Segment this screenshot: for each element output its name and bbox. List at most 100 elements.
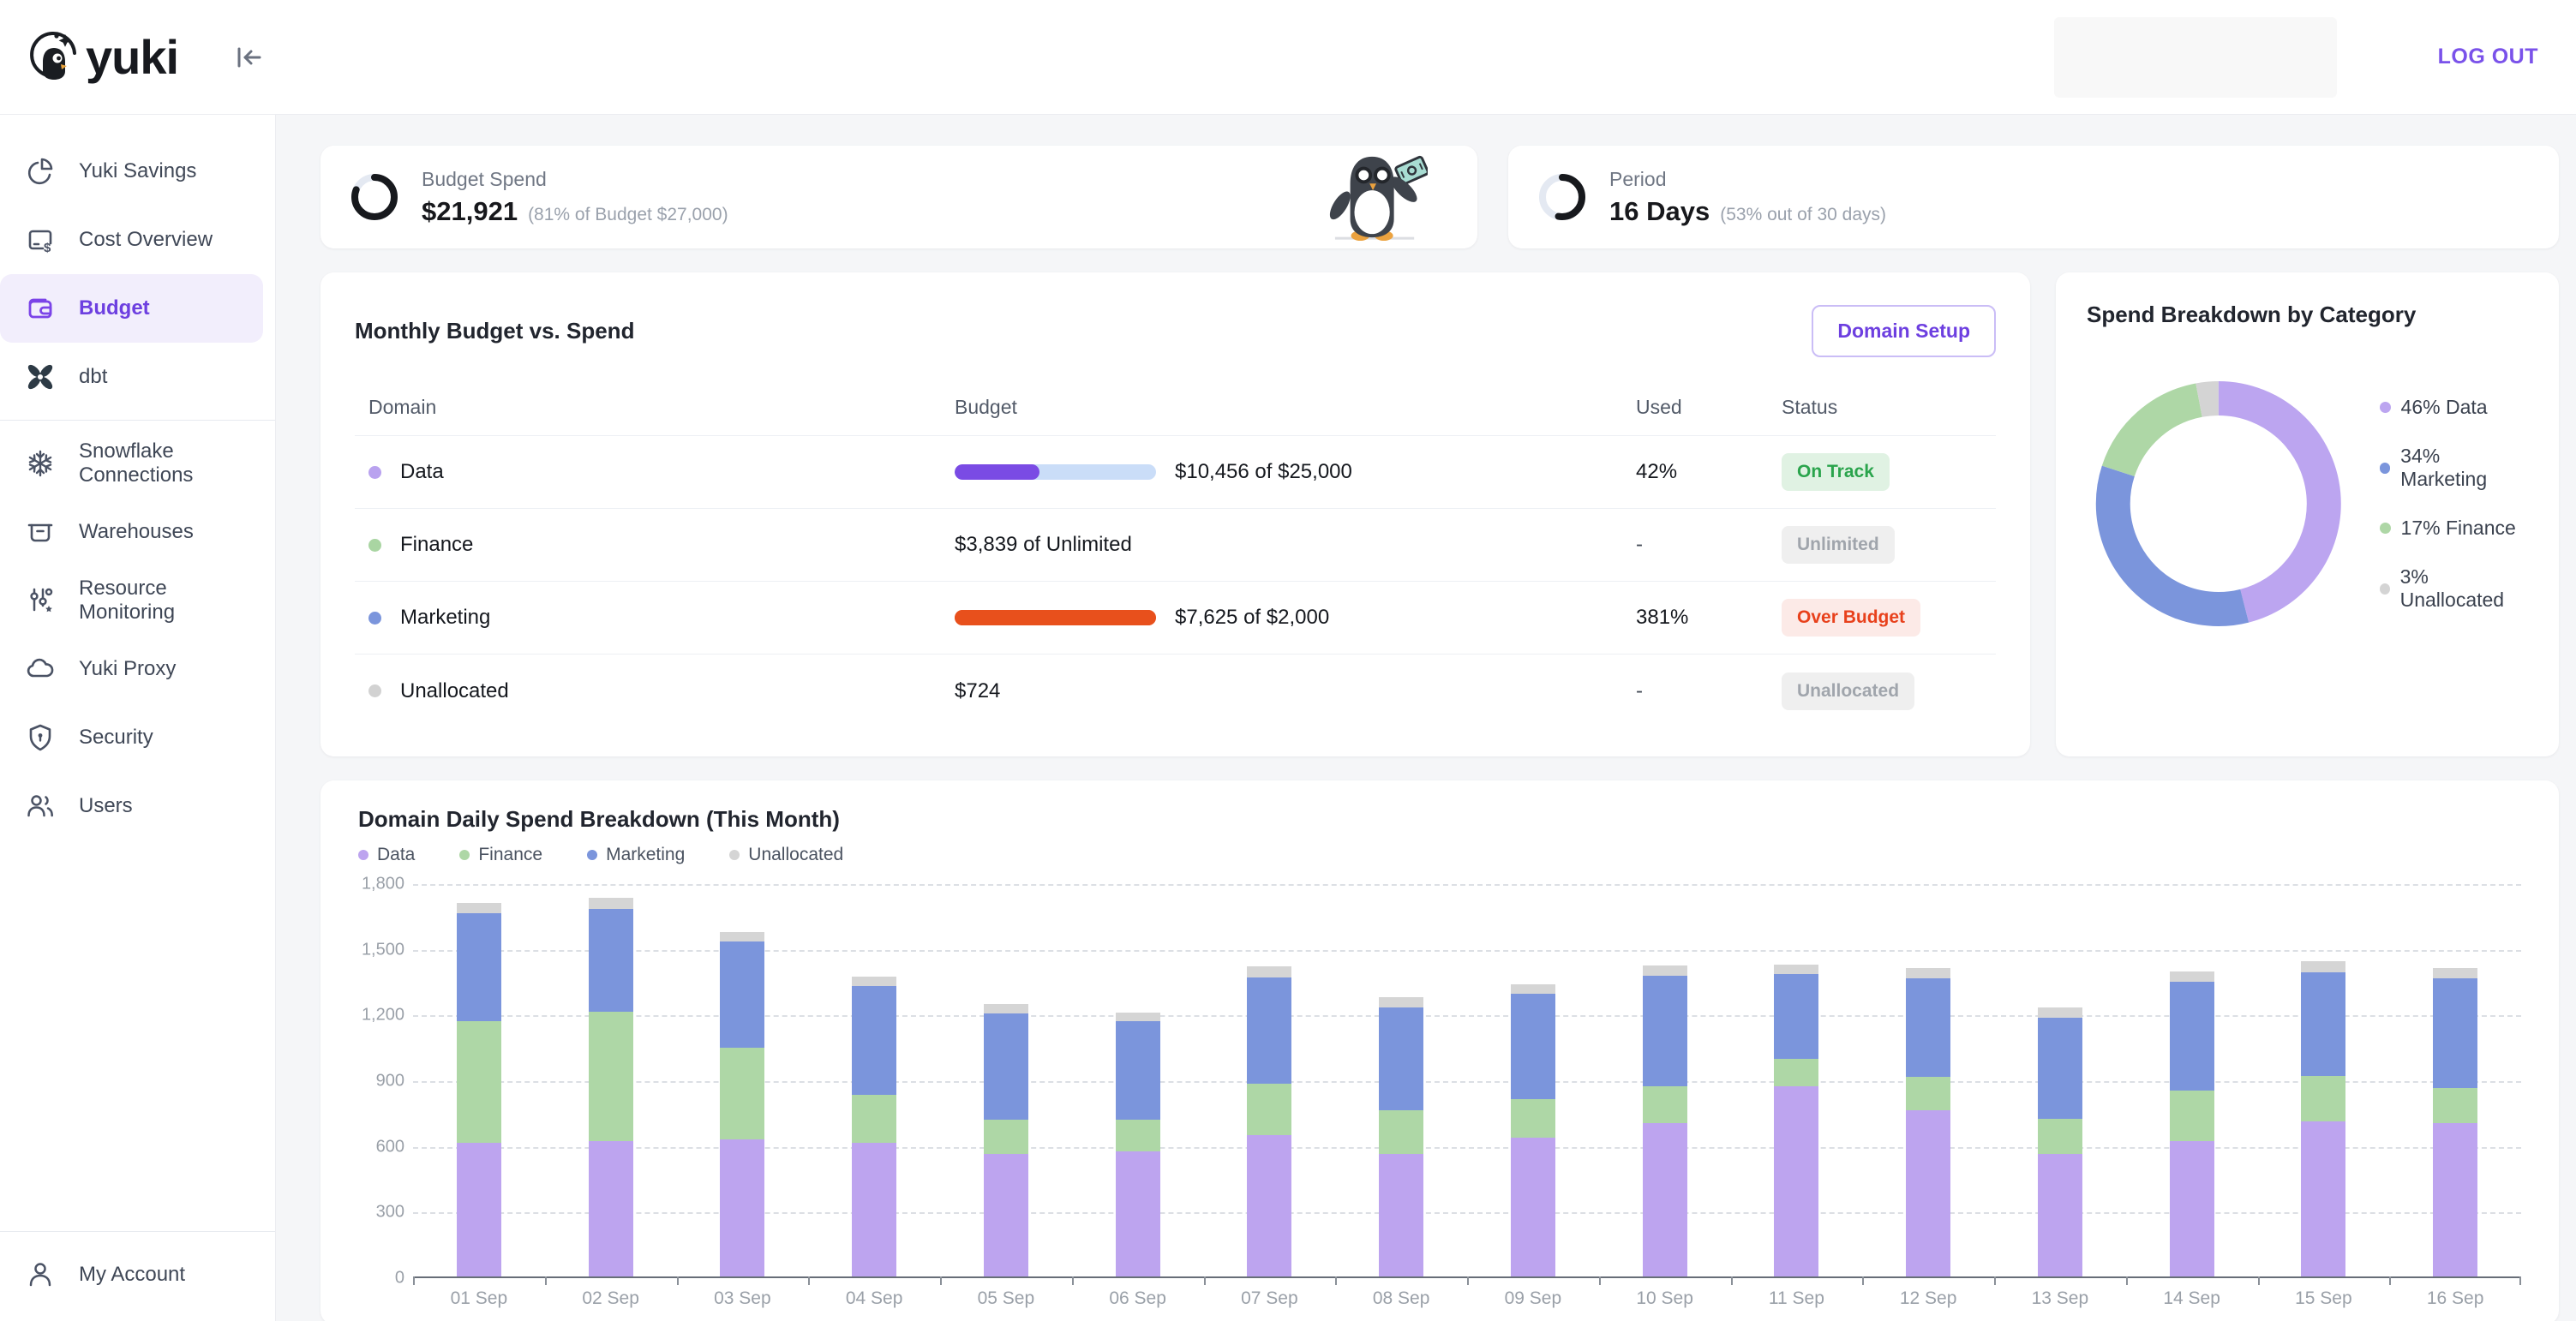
x-axis-tick <box>1994 1276 1996 1285</box>
sidebar-item-resource-monitoring[interactable]: Resource Monitoring <box>0 566 263 635</box>
y-axis-labels: 1,8001,5001,2009006003000 <box>358 884 413 1278</box>
bar-column-14-sep <box>2126 884 2258 1276</box>
sidebar-item-yuki-proxy[interactable]: Yuki Proxy <box>0 635 263 703</box>
budget-progress-ring <box>350 172 399 222</box>
x-tick-label: 05 Sep <box>940 1288 1072 1309</box>
bar-segment-unallocated <box>852 977 896 987</box>
bar-chart-legend: DataFinanceMarketingUnallocated <box>358 845 2521 865</box>
x-axis-tick <box>1467 1276 1469 1285</box>
bar-segment-unallocated <box>589 898 633 909</box>
top-header: yuki LOG OUT <box>0 0 2576 115</box>
penguin-logo-icon <box>26 27 82 87</box>
y-tick-label: 900 <box>376 1072 404 1091</box>
sidebar-item-yuki-savings[interactable]: Yuki Savings <box>0 137 263 206</box>
bar-segment-marketing <box>1906 978 1950 1077</box>
x-axis-tick <box>1072 1276 1074 1285</box>
bar-column-06-sep <box>1072 884 1204 1276</box>
legend-dot <box>2380 583 2390 595</box>
bar-column-07-sep <box>1204 884 1336 1276</box>
stacked-bar <box>1511 984 1555 1276</box>
spend-breakdown-title: Spend Breakdown by Category <box>2087 302 2528 328</box>
donut-legend: 46% Data34% Marketing17% Finance3% Unall… <box>2380 396 2528 612</box>
logout-button[interactable]: LOG OUT <box>2438 45 2538 69</box>
column-header-domain: Domain <box>355 396 955 419</box>
sidebar-collapse-icon[interactable] <box>231 40 266 75</box>
budget-amount-text: $3,839 of Unlimited <box>955 533 1132 557</box>
sidebar-item-users[interactable]: Users <box>0 772 263 840</box>
x-axis-tick <box>545 1276 547 1285</box>
legend-dot <box>2380 402 2391 413</box>
sidebar-item-label: Users <box>79 794 133 818</box>
stacked-bar <box>457 903 501 1276</box>
x-tick-label: 03 Sep <box>677 1288 809 1309</box>
column-header-used: Used <box>1636 396 1782 419</box>
bar-segment-unallocated <box>2433 968 2477 979</box>
person-icon <box>24 1258 57 1291</box>
period-card: Period 16 Days (53% out of 30 days) <box>1508 146 2559 248</box>
logo-text: yuki <box>86 29 178 85</box>
table-row-marketing: Marketing$7,625 of $2,000381%Over Budget <box>355 582 1996 655</box>
sidebar-item-label: Budget <box>79 296 150 320</box>
x-tick-label: 08 Sep <box>1335 1288 1467 1309</box>
bar-column-04-sep <box>808 884 940 1276</box>
legend-label: Data <box>377 845 415 865</box>
stacked-bar <box>1116 1013 1160 1276</box>
x-tick-label: 10 Sep <box>1599 1288 1731 1309</box>
period-label: Period <box>1609 168 1886 191</box>
bar-segment-marketing <box>1511 994 1555 1099</box>
bar-segment-data <box>1379 1154 1423 1276</box>
bar-segment-finance <box>1247 1084 1291 1135</box>
bar-segment-unallocated <box>2038 1007 2082 1019</box>
cloud-icon <box>24 653 57 685</box>
table-row-unallocated: Unallocated$724-Unallocated <box>355 655 1996 727</box>
bar-column-11-sep <box>1731 884 1863 1276</box>
domain-setup-button[interactable]: Domain Setup <box>1812 305 1996 357</box>
domain-color-dot <box>368 539 381 552</box>
sidebar-item-snowflake-connections[interactable]: Snowflake Connections <box>0 429 263 498</box>
sidebar-item-dbt[interactable]: dbt <box>0 343 263 411</box>
budget-progress-bar <box>955 610 1156 625</box>
bar-legend-item-data: Data <box>358 845 415 865</box>
domain-name: Finance <box>400 533 473 557</box>
domain-cell: Finance <box>355 533 955 557</box>
stacked-bar <box>984 1004 1028 1276</box>
legend-label: Unallocated <box>748 845 843 865</box>
bar-segment-finance <box>1379 1110 1423 1154</box>
bar-segment-finance <box>852 1095 896 1143</box>
bar-column-15-sep <box>2258 884 2390 1276</box>
sidebar-divider <box>0 420 275 421</box>
sidebar-item-label: Snowflake Connections <box>79 439 263 487</box>
bar-column-12-sep <box>1862 884 1994 1276</box>
status-badge: Over Budget <box>1782 599 1920 637</box>
donut-legend-item-unallocated: 3% Unallocated <box>2380 565 2528 612</box>
period-note: (53% out of 30 days) <box>1720 205 1886 225</box>
bar-segment-data <box>720 1139 764 1276</box>
budget-cell: $3,839 of Unlimited <box>955 533 1636 557</box>
used-cell: 381% <box>1636 606 1782 630</box>
sidebar-item-label: dbt <box>79 365 107 389</box>
sidebar-item-label: Resource Monitoring <box>79 577 263 625</box>
budget-amount-text: $10,456 of $25,000 <box>1175 460 1352 484</box>
bar-segment-finance <box>2301 1076 2345 1121</box>
column-header-status: Status <box>1782 396 1996 419</box>
bar-segment-data <box>1511 1138 1555 1276</box>
sidebar-item-cost-overview[interactable]: $Cost Overview <box>0 206 263 274</box>
legend-label: 46% Data <box>2401 396 2488 419</box>
sliders-icon <box>24 584 57 617</box>
bar-segment-unallocated <box>2301 961 2345 972</box>
sidebar-item-budget[interactable]: Budget <box>0 274 263 343</box>
sidebar-item-warehouses[interactable]: Warehouses <box>0 498 263 566</box>
bar-segment-finance <box>984 1120 1028 1154</box>
legend-dot <box>2380 523 2391 534</box>
bar-segment-unallocated <box>1906 968 1950 979</box>
x-axis-tick <box>940 1276 942 1285</box>
bar-segment-marketing <box>852 986 896 1095</box>
stacked-bar <box>720 932 764 1276</box>
sidebar-item-security[interactable]: Security <box>0 703 263 772</box>
sidebar-item-my-account[interactable]: My Account <box>0 1240 263 1309</box>
bar-segment-data <box>852 1143 896 1276</box>
x-axis-tick <box>2519 1276 2521 1285</box>
bar-column-05-sep <box>940 884 1072 1276</box>
donut-legend-item-finance: 17% Finance <box>2380 517 2528 540</box>
bar-column-03-sep <box>677 884 809 1276</box>
